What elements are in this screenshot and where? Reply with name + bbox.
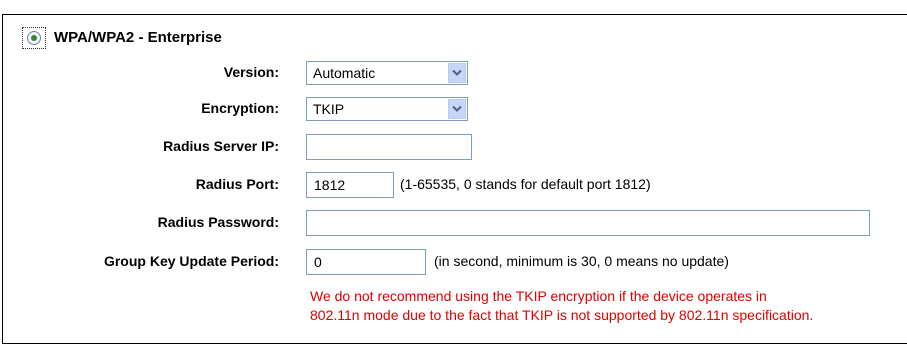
encryption-label: Encryption: <box>201 100 279 116</box>
tkip-warning-line-2: 802.11n mode due to the fact that TKIP i… <box>310 307 814 323</box>
group-key-update-period-label: Group Key Update Period: <box>103 253 279 269</box>
group-key-update-period-input[interactable] <box>306 249 426 275</box>
radius-port-input[interactable] <box>306 172 394 198</box>
version-select[interactable]: Automatic <box>306 61 468 85</box>
security-mode-title: WPA/WPA2 - Enterprise <box>54 29 222 46</box>
radius-port-label: Radius Port: <box>195 176 279 192</box>
tkip-warning-line-1: We do not recommend using the TKIP encry… <box>310 288 767 304</box>
tkip-warning: We do not recommend using the TKIP encry… <box>310 287 813 325</box>
radius-password-label: Radius Password: <box>157 214 279 230</box>
radio-selected-icon <box>27 31 41 45</box>
radius-server-ip-label: Radius Server IP: <box>163 138 279 154</box>
radius-server-ip-input[interactable] <box>306 134 472 160</box>
encryption-select[interactable]: TKIP <box>306 97 468 121</box>
radius-password-input[interactable] <box>306 210 870 236</box>
chevron-down-icon[interactable] <box>448 63 466 83</box>
chevron-down-icon[interactable] <box>448 99 466 119</box>
encryption-select-value: TKIP <box>313 101 345 117</box>
security-mode-radio[interactable] <box>22 27 46 49</box>
group-key-update-period-hint: (in second, minimum is 30, 0 means no up… <box>434 253 729 269</box>
version-label: Version: <box>223 64 279 80</box>
version-select-value: Automatic <box>313 65 376 81</box>
radius-port-hint: (1-65535, 0 stands for default port 1812… <box>400 176 651 192</box>
